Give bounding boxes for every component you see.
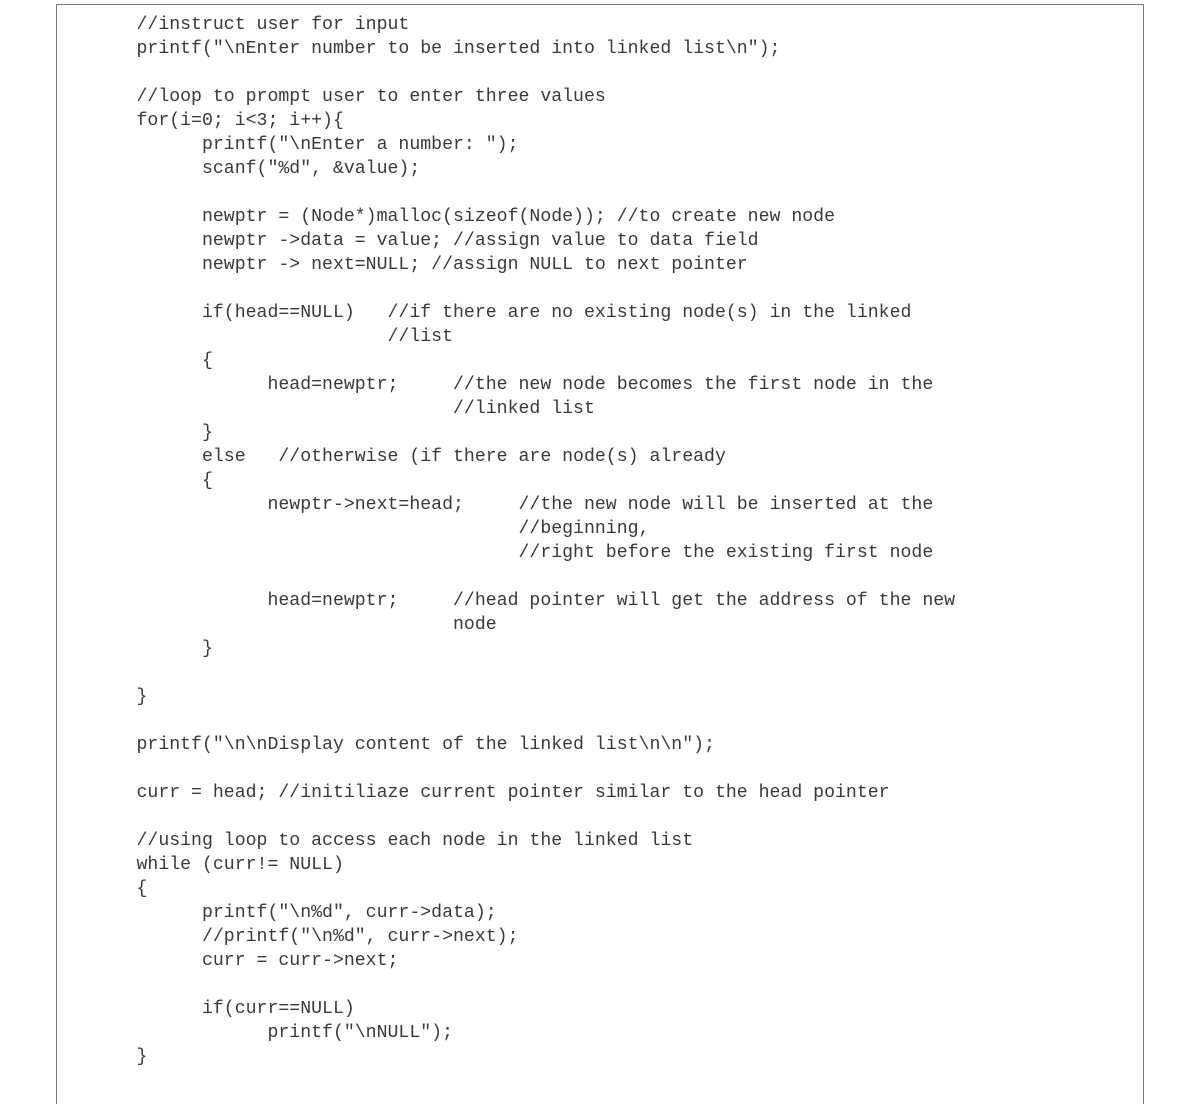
page: //instruct user for input printf("\nEnte… xyxy=(0,0,1200,1106)
code-frame: //instruct user for input printf("\nEnte… xyxy=(56,4,1144,1104)
code-block: //instruct user for input printf("\nEnte… xyxy=(71,13,1129,1069)
